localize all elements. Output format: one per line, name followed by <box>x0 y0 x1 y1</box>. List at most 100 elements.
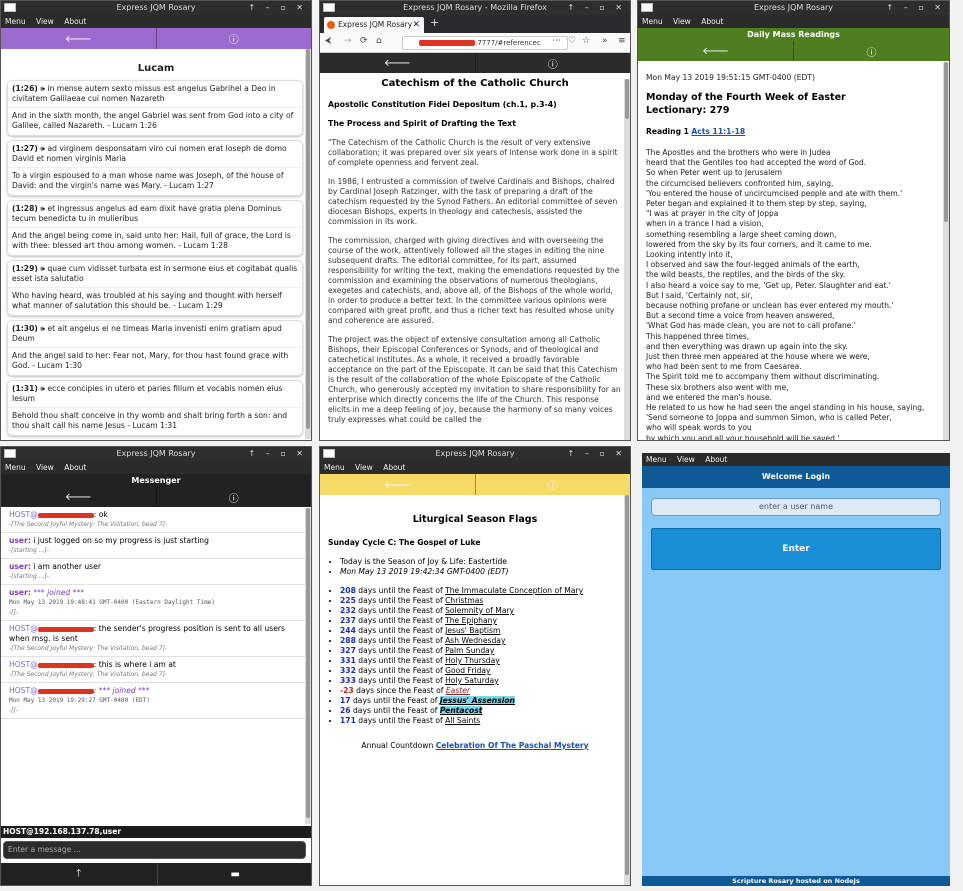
browser-tab[interactable]: Express JQM Rosary ✕ <box>324 17 424 33</box>
verse-card[interactable]: (1:32) 🕪 hic erit magnus et Filius Altis… <box>7 440 303 441</box>
feast-days: 331 <box>340 656 356 665</box>
scrollbar-thumb[interactable] <box>306 49 310 429</box>
username-input[interactable]: enter a user name <box>651 498 941 516</box>
back-button[interactable]: 🡐 <box>320 53 476 73</box>
info-button[interactable]: ⓘ <box>476 474 631 495</box>
feast-name[interactable]: Good Friday <box>445 666 490 675</box>
reading-text: The Apostles and the brothers who were i… <box>646 148 941 440</box>
reading-label-row: Reading 1 Acts 11:1-18 <box>646 127 941 136</box>
hamburger-menu-icon[interactable]: ≡ <box>618 36 626 46</box>
verse-card[interactable]: (1:31) 🕪 ecce concipies in utero et pari… <box>7 380 303 436</box>
info-button[interactable]: ⓘ <box>476 53 631 73</box>
window-titlebar: Express JQM Rosary ↑ – ▫ ✕ <box>638 1 949 15</box>
scrollbar[interactable] <box>305 508 311 824</box>
new-tab-icon[interactable]: + <box>430 16 439 29</box>
menu-item-about[interactable]: About <box>705 455 727 464</box>
reading-line: But a second time a voice from heaven an… <box>646 311 835 321</box>
feast-name[interactable]: Jesus' Baptism <box>445 626 500 635</box>
verse-card[interactable]: (1:30) 🕪 et ait angelus ei ne timeas Mar… <box>7 320 303 376</box>
login-header: Welcome Login <box>642 466 950 488</box>
scrollbar-thumb[interactable] <box>625 495 629 875</box>
reading-line: 'What God has made clean, you are not to… <box>646 321 856 331</box>
feast-item: 225 days until the Feast of Christmas <box>340 596 622 606</box>
menu-bar: Menu View About <box>1 461 311 474</box>
back-button[interactable]: 🡐 <box>1 487 157 507</box>
menu-item-view[interactable]: View <box>677 455 695 464</box>
window-controls[interactable]: ↑ – ▫ ✕ <box>568 447 626 461</box>
feast-name[interactable]: Jessus' Assension <box>439 696 515 705</box>
feast-name[interactable]: The Immaculate Conception of Mary <box>445 586 583 595</box>
browser-tabstrip: Express JQM Rosary ✕ + <box>320 15 630 33</box>
menu-bar: Menu View About <box>642 453 950 466</box>
scrollbar[interactable] <box>624 79 630 440</box>
reload-icon[interactable]: ⟳ <box>360 36 368 46</box>
window-controls[interactable]: ↑ – ▫ ✕ <box>249 1 307 15</box>
info-icon: ⓘ <box>547 59 558 71</box>
verse-card[interactable]: (1:29) 🕪 quae cum vidisset turbata est i… <box>7 260 303 316</box>
back-button[interactable]: 🡐 <box>320 474 476 495</box>
menu-item-menu[interactable]: Menu <box>642 17 663 26</box>
menu-bar: Menu View About <box>320 461 630 474</box>
feast-name[interactable]: All Saints <box>445 716 480 725</box>
info-button[interactable]: ⓘ <box>794 41 949 61</box>
forward-icon[interactable]: → <box>344 36 352 46</box>
feast-name[interactable]: Solemnity of Mary <box>445 606 514 615</box>
menu-item-view[interactable]: View <box>36 463 54 472</box>
feast-name[interactable]: Holy Saturday <box>445 676 499 685</box>
chat-button[interactable]: ▬ <box>158 863 312 885</box>
message-progress: -[]- <box>9 609 19 616</box>
menu-item-about[interactable]: About <box>701 17 723 26</box>
scrollbar[interactable] <box>305 49 311 439</box>
back-button[interactable]: 🡐 <box>638 41 794 61</box>
feast-name[interactable]: Ash Wednesday <box>445 636 505 645</box>
window-icon <box>323 449 335 458</box>
info-icon: ⓘ <box>228 493 239 505</box>
page-actions-icon[interactable]: ⋯ <box>552 36 561 46</box>
feast-name[interactable]: The Epiphany <box>445 616 497 625</box>
verse-card[interactable]: (1:26) 🕪 in mense autem sexto missus est… <box>7 80 303 136</box>
scrollbar[interactable] <box>943 62 949 440</box>
enter-button[interactable]: Enter <box>651 528 941 570</box>
menu-item-about[interactable]: About <box>64 463 86 472</box>
message-input[interactable]: Enter a message ... <box>3 841 306 859</box>
close-tab-icon[interactable]: ✕ <box>412 17 420 33</box>
menu-item-menu[interactable]: Menu <box>324 463 345 472</box>
verse-card[interactable]: (1:27) 🕪 ad virginem desponsatam viro cu… <box>7 140 303 196</box>
menu-item-view[interactable]: View <box>355 463 373 472</box>
send-button[interactable]: 🡑 <box>1 863 158 885</box>
annual-link[interactable]: Celebration Of The Paschal Mystery <box>436 741 589 750</box>
feast-name[interactable]: Holy Thursday <box>445 656 500 665</box>
verse-card[interactable]: (1:28) 🕪 et ingressus angelus ad eam dix… <box>7 200 303 256</box>
reading-ref-link[interactable]: Acts 11:1-18 <box>691 127 745 136</box>
feast-name[interactable]: Christmas <box>445 596 483 605</box>
scrollbar-thumb[interactable] <box>625 79 629 119</box>
menu-item-menu[interactable]: Menu <box>646 455 667 464</box>
window-controls[interactable]: ↑ – ▫ ✕ <box>568 1 626 15</box>
menu-item-view[interactable]: View <box>36 17 54 26</box>
back-button[interactable]: 🡐 <box>1 28 157 49</box>
home-icon[interactable]: ⌂ <box>376 36 382 46</box>
scrollbar-thumb[interactable] <box>306 508 310 818</box>
message-sender: user: <box>9 536 31 545</box>
info-button[interactable]: ⓘ <box>157 487 312 507</box>
info-button[interactable]: ⓘ <box>157 28 312 49</box>
menu-item-view[interactable]: View <box>673 17 691 26</box>
scrollbar[interactable] <box>624 495 630 885</box>
bookmark-star-icon[interactable]: ☆ <box>582 36 590 46</box>
back-icon[interactable]: ⮜ <box>325 36 331 46</box>
scrollbar-thumb[interactable] <box>944 62 948 222</box>
back-arrow-icon: 🡐 <box>702 46 729 57</box>
menu-item-menu[interactable]: Menu <box>5 463 26 472</box>
feast-item: 26 days until the Feast of Pentacost <box>340 706 622 716</box>
feast-name[interactable]: Palm Sunday <box>445 646 494 655</box>
pocket-icon[interactable]: ♡ <box>568 36 576 46</box>
window-controls[interactable]: ↑ – ▫ ✕ <box>887 1 945 15</box>
feast-name[interactable]: Pentacost <box>439 706 483 715</box>
window-controls[interactable]: ↑ – ▫ ✕ <box>249 447 307 461</box>
menu-item-menu[interactable]: Menu <box>5 17 26 26</box>
menu-item-about[interactable]: About <box>64 17 86 26</box>
url-bar[interactable]: :7777/#referencec <box>402 36 568 50</box>
menu-item-about[interactable]: About <box>383 463 405 472</box>
overflow-icon[interactable]: » <box>602 36 608 46</box>
feast-name[interactable]: Easter <box>446 686 470 695</box>
